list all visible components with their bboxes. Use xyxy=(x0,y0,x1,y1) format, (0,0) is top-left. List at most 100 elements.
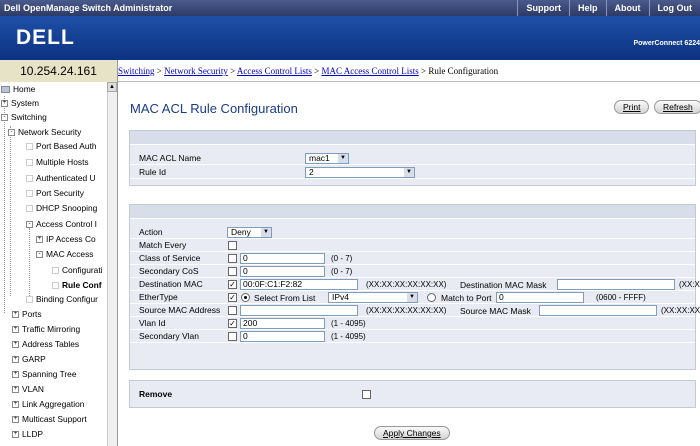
destination-mac-label: Destination MAC xyxy=(139,279,203,289)
tree-item-configuration[interactable]: Configurati xyxy=(52,263,103,277)
vlan-id-checkbox[interactable]: ✓ xyxy=(228,319,237,328)
select-from-list-radio[interactable] xyxy=(241,293,250,302)
tree-item-multicast-support[interactable]: + Multicast Support xyxy=(12,412,87,426)
tree-item-home[interactable]: Home xyxy=(1,82,35,96)
breadcrumb-switching[interactable]: Switching xyxy=(118,66,155,76)
page-icon xyxy=(26,159,33,167)
app-window: Dell OpenManage Switch Administrator Sup… xyxy=(0,0,700,446)
nav-tree: Home + System - Switching - Network Securit… xyxy=(0,82,118,446)
breadcrumb-access-control-lists[interactable]: Access Control Lists xyxy=(237,66,312,76)
tree-item-port-security[interactable]: Port Security xyxy=(26,186,84,200)
sidebar-scrollbar[interactable]: ▲ xyxy=(107,82,117,446)
ethertype-label: EtherType xyxy=(139,292,178,302)
minus-expander-icon[interactable]: - xyxy=(26,221,33,229)
destination-mac-mask-input[interactable] xyxy=(557,279,675,290)
breadcrumb-separator: > xyxy=(314,66,320,76)
chevron-down-icon: ▼ xyxy=(261,228,271,237)
breadcrumb: Switching > Network Security > Access Co… xyxy=(118,66,498,76)
top-bar: Dell OpenManage Switch Administrator Sup… xyxy=(0,0,700,16)
plus-expander-icon[interactable]: + xyxy=(36,236,43,244)
tree-item-lldp[interactable]: + LLDP xyxy=(12,427,43,441)
cos-checkbox[interactable] xyxy=(228,254,237,263)
about-link[interactable]: About xyxy=(605,0,649,16)
tree-item-mac-access[interactable]: - MAC Access xyxy=(36,247,93,261)
source-mac-input[interactable] xyxy=(240,305,358,316)
source-mac-mask-input[interactable] xyxy=(539,305,657,316)
print-button[interactable]: Print xyxy=(614,100,650,114)
plus-expander-icon[interactable]: + xyxy=(12,311,19,319)
match-every-checkbox[interactable] xyxy=(228,241,237,250)
action-select[interactable]: Deny ▼ xyxy=(227,227,272,238)
match-to-port-label: Match to Port xyxy=(441,293,492,303)
tree-item-port-based-auth[interactable]: Port Based Auth xyxy=(26,139,97,153)
tree-item-access-control-lists[interactable]: - Access Control I xyxy=(26,217,97,231)
main-content: MAC ACL Rule Configuration Print Refresh… xyxy=(118,82,700,446)
cos-input[interactable]: 0 xyxy=(240,253,325,264)
match-every-label: Match Every xyxy=(139,240,187,250)
minus-expander-icon[interactable]: - xyxy=(36,251,43,259)
scroll-up-arrow-icon[interactable]: ▲ xyxy=(107,82,117,92)
plus-expander-icon[interactable]: + xyxy=(12,371,19,379)
destination-mac-format: (XX:XX:XX:XX:XX:XX) xyxy=(366,280,447,289)
remove-checkbox[interactable] xyxy=(362,390,371,399)
tree-item-vlan[interactable]: + VLAN xyxy=(12,382,44,396)
tree-item-binding-configuration[interactable]: Binding Configur xyxy=(26,292,98,306)
tree-item-network-security[interactable]: - Network Security xyxy=(8,125,81,139)
tree-item-address-tables[interactable]: + Address Tables xyxy=(12,337,79,351)
match-to-port-radio[interactable] xyxy=(427,293,436,302)
plus-expander-icon[interactable]: + xyxy=(12,386,19,394)
plus-expander-icon[interactable]: + xyxy=(1,100,8,108)
tree-item-ip-access-control[interactable]: + IP Access Co xyxy=(36,232,96,246)
page-title: MAC ACL Rule Configuration xyxy=(130,101,298,116)
plus-expander-icon[interactable]: + xyxy=(12,416,19,424)
secondary-cos-range: (0 - 7) xyxy=(331,267,353,276)
apply-changes-button[interactable]: Apply Changes xyxy=(374,426,450,440)
tree-item-system[interactable]: + System xyxy=(1,96,39,110)
match-to-port-input[interactable]: 0 xyxy=(496,292,584,303)
tree-item-rule-configuration[interactable]: Rule Conf xyxy=(52,278,102,292)
tree-item-garp[interactable]: + GARP xyxy=(12,352,46,366)
secondary-vlan-checkbox[interactable] xyxy=(228,332,237,341)
logout-link[interactable]: Log Out xyxy=(648,0,700,16)
breadcrumb-mac-acl[interactable]: MAC Access Control Lists xyxy=(322,66,419,76)
page-icon xyxy=(26,175,33,183)
tree-item-dhcp-snooping[interactable]: DHCP Snooping xyxy=(26,201,97,215)
source-mac-checkbox[interactable] xyxy=(228,306,237,315)
vlan-id-input[interactable]: 200 xyxy=(240,318,325,329)
support-link[interactable]: Support xyxy=(517,0,569,16)
minus-expander-icon[interactable]: - xyxy=(8,129,15,137)
plus-expander-icon[interactable]: + xyxy=(12,341,19,349)
breadcrumb-separator: > xyxy=(156,66,162,76)
destination-mac-input[interactable]: 00:0F:C1:F2:82 xyxy=(240,279,358,290)
tree-item-traffic-mirroring[interactable]: + Traffic Mirroring xyxy=(12,322,80,336)
tree-item-authenticated-users[interactable]: Authenticated U xyxy=(26,171,96,185)
destination-mac-checkbox[interactable]: ✓ xyxy=(228,280,237,289)
tree-item-multiple-hosts[interactable]: Multiple Hosts xyxy=(26,155,89,169)
mac-acl-name-select[interactable]: mac1 ▼ xyxy=(305,153,349,164)
page-icon xyxy=(52,267,59,275)
plus-expander-icon[interactable]: + xyxy=(12,356,19,364)
source-mac-mask-label: Source MAC Mask xyxy=(460,306,531,316)
tree-item-ports[interactable]: + Ports xyxy=(12,307,42,321)
help-link[interactable]: Help xyxy=(568,0,606,16)
breadcrumb-separator: > xyxy=(230,66,236,76)
ethertype-list-select[interactable]: IPv4 ▼ xyxy=(328,292,418,303)
secondary-vlan-input[interactable]: 0 xyxy=(240,331,325,342)
refresh-button[interactable]: Refresh xyxy=(654,100,700,114)
tree-item-spanning-tree[interactable]: + Spanning Tree xyxy=(12,367,76,381)
breadcrumb-network-security[interactable]: Network Security xyxy=(164,66,228,76)
secondary-cos-checkbox[interactable] xyxy=(228,267,237,276)
remove-panel: Remove xyxy=(129,380,696,408)
plus-expander-icon[interactable]: + xyxy=(12,326,19,334)
minus-expander-icon[interactable]: - xyxy=(1,114,8,122)
tree-item-link-aggregation[interactable]: + Link Aggregation xyxy=(12,397,84,411)
ethertype-checkbox[interactable]: ✓ xyxy=(228,293,237,302)
rule-id-select[interactable]: 2 ▼ xyxy=(305,167,415,178)
product-name: PowerConnect 6224 xyxy=(633,40,700,47)
secondary-cos-input[interactable]: 0 xyxy=(240,266,325,277)
tree-item-switching[interactable]: - Switching xyxy=(1,110,47,124)
location-bar: 10.254.24.161 Switching > Network Securi… xyxy=(0,60,700,82)
page-icon xyxy=(26,205,33,213)
plus-expander-icon[interactable]: + xyxy=(12,401,19,409)
plus-expander-icon[interactable]: + xyxy=(12,431,19,439)
